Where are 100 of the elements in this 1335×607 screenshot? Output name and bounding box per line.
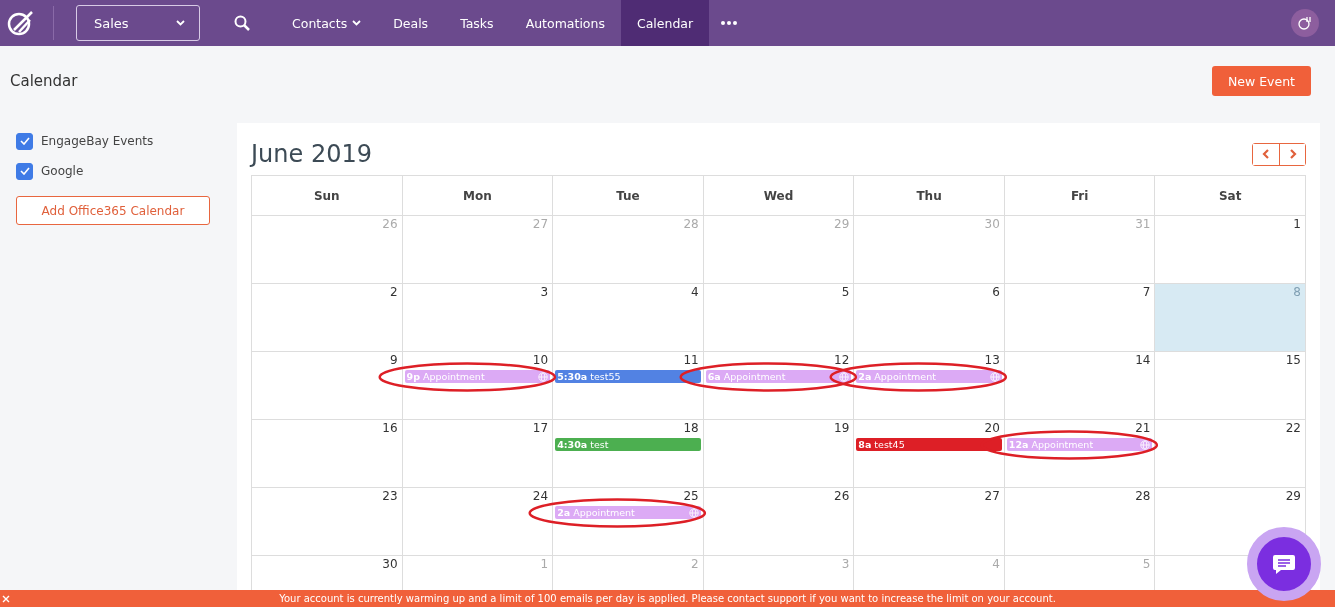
- page-title: Calendar: [10, 72, 78, 90]
- user-avatar[interactable]: [1291, 9, 1319, 37]
- day-number: 4: [690, 284, 700, 298]
- day-number: 4: [991, 556, 1001, 570]
- day-number: 1: [539, 556, 550, 570]
- day-cell[interactable]: 25 2a Appointment: [553, 488, 704, 556]
- day-number: 27: [983, 488, 1001, 502]
- day-number: 14: [1134, 352, 1152, 366]
- day-cell[interactable]: 7: [1004, 284, 1156, 352]
- day-number: 11: [682, 352, 700, 366]
- day-number: 3: [840, 556, 851, 570]
- day-number: 5: [840, 284, 851, 298]
- day-cell[interactable]: 23: [252, 488, 403, 556]
- day-cell[interactable]: 20 8a test45: [854, 420, 1005, 488]
- day-number: 18: [682, 420, 700, 434]
- event-label: 2a Appointment: [858, 371, 936, 382]
- day-cell[interactable]: 26: [703, 488, 855, 556]
- day-number: 25: [682, 488, 700, 502]
- day-number: 15: [1284, 352, 1302, 366]
- day-number: 26: [381, 216, 399, 230]
- event-label: 6a Appointment: [707, 371, 786, 382]
- checkbox[interactable]: [16, 162, 33, 180]
- day-cell[interactable]: 12 6a Appointment: [703, 352, 855, 420]
- day-number: 24: [531, 488, 550, 502]
- day-number: 1: [1292, 216, 1302, 230]
- logo-icon[interactable]: [6, 8, 36, 38]
- day-cell[interactable]: 15: [1155, 352, 1306, 420]
- day-number: 9: [388, 352, 399, 366]
- day-cell[interactable]: 27: [854, 488, 1005, 556]
- day-number: 27: [531, 216, 550, 230]
- chevron-down-icon: [176, 20, 185, 26]
- day-number: 20: [983, 420, 1001, 434]
- day-number: 7: [1141, 284, 1152, 298]
- day-number: 31: [1134, 216, 1152, 230]
- day-cell[interactable]: 2: [252, 284, 403, 352]
- day-number: 29: [833, 216, 851, 230]
- event-chip[interactable]: 5:30a test55: [555, 370, 701, 383]
- workspace-dropdown[interactable]: Sales: [76, 5, 200, 41]
- more-icon[interactable]: [721, 21, 738, 25]
- chevron-right-icon: [1288, 149, 1297, 159]
- day-cell[interactable]: 4: [553, 284, 704, 352]
- month-title: June 2019: [251, 140, 372, 168]
- globe-icon: [538, 371, 549, 382]
- chevron-left-icon: [1262, 149, 1270, 159]
- day-cell[interactable]: 13 2a Appointment: [854, 352, 1005, 420]
- checkbox-label: Google: [41, 164, 84, 178]
- next-button[interactable]: [1279, 143, 1305, 165]
- event-label: 9p Appointment: [406, 371, 485, 382]
- day-number: 2: [690, 556, 700, 570]
- day-number: 28: [1134, 488, 1152, 502]
- day-cell[interactable]: 18 4:30a test: [553, 420, 704, 488]
- day-cell[interactable]: 5: [703, 284, 855, 352]
- event-chip[interactable]: 8a test45: [856, 438, 1002, 451]
- day-cell[interactable]: 11 5:30a test55: [553, 352, 704, 420]
- day-cell[interactable]: 19: [703, 420, 855, 488]
- day-number: 22: [1284, 420, 1302, 434]
- day-number: 16: [381, 420, 399, 434]
- nav-tab[interactable]: Deals: [377, 0, 445, 46]
- banner-text: Your account is currently warming up and a limit of 100 emails per day is applied. Please contact support if you want to increase the limit on your account.: [279, 593, 1056, 604]
- checkbox[interactable]: [16, 132, 33, 150]
- day-number: 26: [833, 488, 851, 502]
- nav-tab[interactable]: Tasks: [444, 0, 510, 46]
- day-number: 17: [531, 420, 550, 434]
- day-number: 30: [983, 216, 1001, 230]
- day-cell[interactable]: 17: [402, 420, 554, 488]
- day-number: 8: [1292, 284, 1302, 298]
- day-cell[interactable]: 3: [402, 284, 554, 352]
- day-cell[interactable]: 16: [252, 420, 403, 488]
- search-button[interactable]: [234, 15, 250, 31]
- day-cell[interactable]: 14: [1004, 352, 1156, 420]
- chevron-down-icon: [352, 20, 362, 26]
- day-number: 28: [682, 216, 700, 230]
- event-label: 5:30a test55: [557, 371, 621, 382]
- day-number: 29: [1284, 488, 1302, 502]
- globe-icon: [1140, 439, 1151, 450]
- day-cell[interactable]: 22: [1155, 420, 1306, 488]
- day-number: 21: [1134, 420, 1152, 434]
- day-cell[interactable]: 10 9p Appointment: [402, 352, 554, 420]
- day-cell[interactable]: 6: [854, 284, 1005, 352]
- day-number: 3: [539, 284, 550, 298]
- add-calendar-button[interactable]: Add Office365 Calendar: [16, 196, 210, 225]
- check-icon: [19, 167, 30, 175]
- day-number: 13: [983, 352, 1001, 366]
- day-cell[interactable]: 9: [252, 352, 403, 420]
- day-cell[interactable]: 28: [1004, 488, 1156, 556]
- day-number: 6: [991, 284, 1001, 298]
- day-cell[interactable]: 24: [402, 488, 554, 556]
- nav-tab[interactable]: Calendar: [620, 0, 710, 46]
- day-number: 2: [388, 284, 399, 298]
- day-number: 23: [381, 488, 399, 502]
- event-label: 12a Appointment: [1008, 439, 1094, 450]
- check-icon: [19, 137, 30, 145]
- day-cell[interactable]: 1: [1155, 216, 1306, 284]
- day-cell[interactable]: 21 12a Appointment: [1004, 420, 1156, 488]
- day-number: 5: [1141, 556, 1152, 570]
- nav-tab[interactable]: Automations: [509, 0, 621, 46]
- chat-icon: [1272, 553, 1296, 575]
- day-number: 19: [833, 420, 851, 434]
- nav-tab[interactable]: Contacts: [276, 0, 378, 46]
- globe-icon: [839, 371, 850, 382]
